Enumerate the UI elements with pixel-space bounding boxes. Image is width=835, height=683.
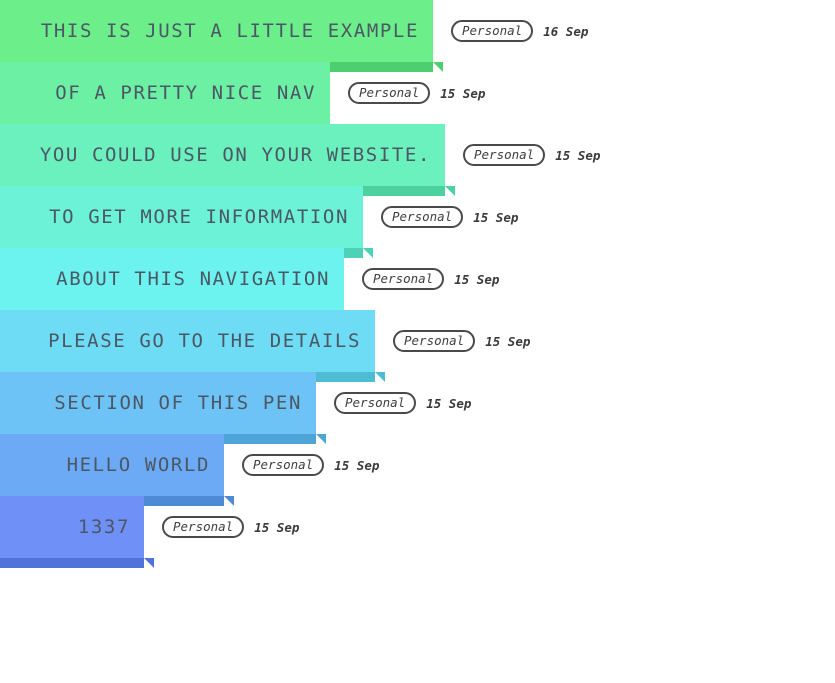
category-badge[interactable]: Personal [348,81,431,105]
nav-item-meta: Personal 16 Sep [451,0,588,62]
category-badge[interactable]: Personal [162,515,245,539]
nav-item-ribbon[interactable]: Hello world [0,434,224,496]
nav-item-date: 15 Sep [555,147,601,163]
nav-item-ribbon[interactable]: To get more information [0,186,363,248]
nav-item-meta: Personal 15 Sep [463,124,600,186]
nav-item-label: To get more information [49,205,349,228]
nav-item-meta: Personal 15 Sep [362,248,499,310]
nav-item[interactable]: 1337 Personal 15 Sep [0,496,835,568]
nav-item[interactable]: Of a pretty nice nav Personal 15 Sep [0,62,835,134]
category-badge[interactable]: Personal [362,267,445,291]
nav-item-date: 15 Sep [454,271,500,287]
nav-item-label: Of a pretty nice nav [55,81,316,104]
nav-item-ribbon[interactable]: Section of this pen [0,372,316,434]
nav-item-ribbon[interactable]: This is just a little example [0,0,433,62]
category-badge-label: Personal [359,84,420,100]
category-badge-label: Personal [474,146,535,162]
nav-item-ribbon[interactable]: 1337 [0,496,144,558]
category-badge-label: Personal [345,394,406,410]
nav-item-date: 15 Sep [473,209,519,225]
nav-item-label: This is just a little example [40,19,419,42]
nav-item[interactable]: You could use on your website. Personal 15… [0,124,835,196]
nav-item-ribbon[interactable]: Please go to the details [0,310,375,372]
nav-item-ribbon[interactable]: Of a pretty nice nav [0,62,330,124]
nav-item-label: Hello world [66,453,210,476]
nav-item-meta: Personal 15 Sep [334,372,471,434]
nav-item[interactable]: Section of this pen Personal 15 Sep [0,372,835,444]
nav-item[interactable]: To get more information Personal 15 Sep [0,186,835,258]
nav-item-date: 15 Sep [334,457,380,473]
category-badge[interactable]: Personal [451,19,534,43]
nav-item-meta: Personal 15 Sep [381,186,518,248]
ribbon-nav-list: This is just a little example Personal 16 … [0,0,835,568]
category-badge-label: Personal [462,22,523,38]
nav-item[interactable]: Please go to the details Personal 15 Sep [0,310,835,382]
nav-item-meta: Personal 15 Sep [242,434,379,496]
nav-item-date: 15 Sep [426,395,472,411]
nav-item-meta: Personal 15 Sep [162,496,299,558]
nav-item-label: Section of this pen [54,391,302,414]
nav-item-label: 1337 [77,515,130,538]
nav-item-label: You could use on your website. [39,143,431,166]
category-badge-label: Personal [253,456,314,472]
nav-item-label: About this navigation [56,267,330,290]
category-badge[interactable]: Personal [463,143,546,167]
nav-item-meta: Personal 15 Sep [393,310,530,372]
nav-item-ribbon[interactable]: You could use on your website. [0,124,445,186]
category-badge-label: Personal [173,518,234,534]
nav-item[interactable]: Hello world Personal 15 Sep [0,434,835,506]
category-badge-label: Personal [404,332,465,348]
category-badge-label: Personal [373,270,434,286]
nav-item-meta: Personal 15 Sep [348,62,485,124]
nav-item-fold-shadow [0,558,154,568]
nav-item-label: Please go to the details [48,329,361,352]
nav-item-date: 15 Sep [440,85,486,101]
nav-item[interactable]: This is just a little example Personal 16 … [0,0,835,72]
nav-item-date: 15 Sep [254,519,300,535]
category-badge[interactable]: Personal [381,205,464,229]
nav-item-date: 16 Sep [543,23,589,39]
category-badge-label: Personal [392,208,453,224]
category-badge[interactable]: Personal [334,391,417,415]
nav-item-ribbon[interactable]: About this navigation [0,248,344,310]
nav-item-date: 15 Sep [485,333,531,349]
category-badge[interactable]: Personal [393,329,476,353]
nav-item[interactable]: About this navigation Personal 15 Sep [0,248,835,320]
category-badge[interactable]: Personal [242,453,325,477]
